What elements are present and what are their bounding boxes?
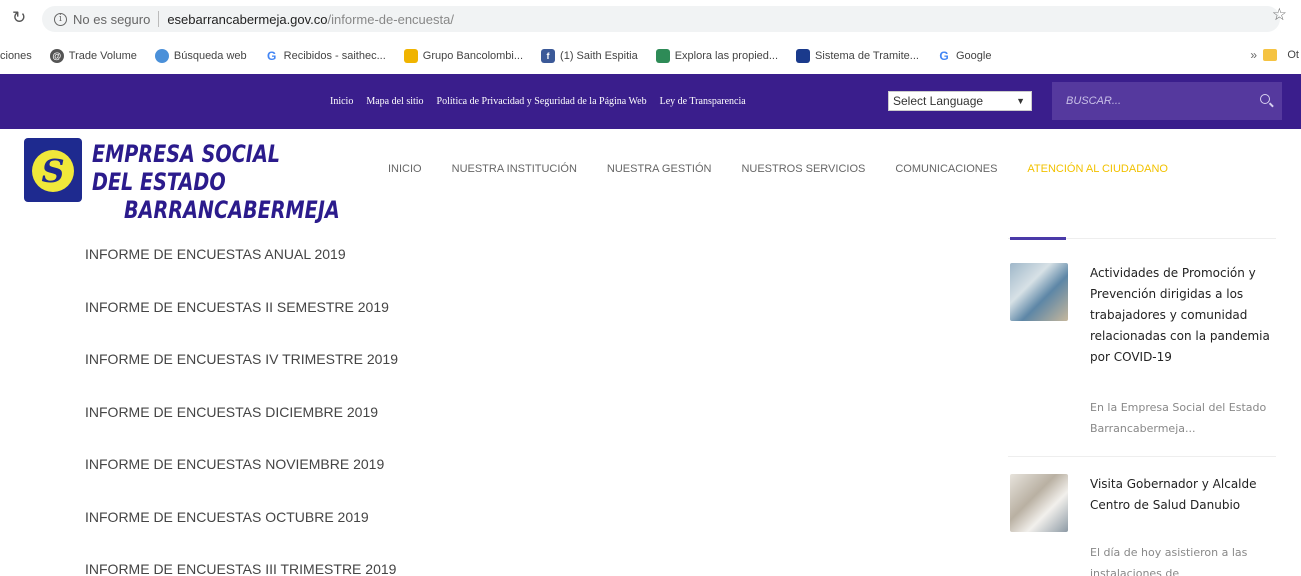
top-links: Inicio Mapa del sitio Política de Privac… [330,74,759,129]
logo-line-2: BARRANCABERMEJA [124,196,340,224]
logo-line-1: EMPRESA SOCIAL DEL ESTADO [92,140,281,196]
report-link[interactable]: INFORME DE ENCUESTAS NOVIEMBRE 2019 [85,446,398,499]
address-separator [158,11,160,27]
bookmark-label: Recibidos - saithec... [283,50,386,62]
report-link[interactable]: INFORME DE ENCUESTAS III TRIMESTRE 2019 [85,551,398,576]
bookmark-label: Búsqueda web [173,50,247,62]
top-link-mapa[interactable]: Mapa del sitio [366,96,423,107]
bookmark-label: Google [955,50,992,62]
nav-item-atencion[interactable]: ATENCIÓN AL CIUDADANO [1027,163,1168,175]
bookmark-label: Grupo Bancolombi... [422,50,524,62]
bancolombia-icon [403,49,418,63]
post-excerpt: En la Empresa Social del Estado Barranca… [1090,401,1267,435]
chevron-down-icon: ▼ [1016,96,1025,106]
bookmark-star-icon[interactable]: ☆ [1272,5,1287,25]
bookmarks-bar: ciones @ Trade Volume Búsqueda web G Recib… [0,38,1301,74]
browser-toolbar: ↻ i No es seguro esebarrancabermeja.gov.… [0,0,1301,38]
facebook-icon: f [541,49,556,63]
logo-mark: S [32,150,74,192]
top-link-inicio[interactable]: Inicio [330,96,353,107]
bookmark-item[interactable]: @ Trade Volume [49,49,137,63]
globe-icon: @ [49,49,64,63]
post-title[interactable]: Actividades de Promoción y Prevención di… [1090,263,1276,368]
post-excerpt: El día de hoy asistieron a las instalaci… [1090,546,1248,576]
site-topbar: Inicio Mapa del sitio Política de Privac… [0,74,1301,129]
info-icon[interactable]: i [54,12,67,26]
folder-icon[interactable] [1263,49,1277,61]
address-bar[interactable]: i No es seguro esebarrancabermeja.gov.co… [42,6,1280,32]
bookmark-label: (1) Saith Espitia [560,50,638,62]
url-path: /informe-de-encuesta/ [327,11,454,27]
security-label: No es seguro [73,11,151,27]
bookmark-item[interactable]: f (1) Saith Espitia [541,49,638,63]
bookmark-other-label[interactable]: Ot [1287,49,1299,61]
bookmark-label: Sistema de Tramite... [815,50,919,62]
post-thumbnail[interactable] [1010,474,1068,532]
post-divider [1008,456,1276,457]
bookmark-item[interactable]: Búsqueda web [154,49,247,63]
nav-item-gestion[interactable]: NUESTRA GESTIÓN [607,163,712,175]
reports-list: INFORME DE ENCUESTAS ANUAL 2019 INFORME … [85,236,398,576]
report-link[interactable]: INFORME DE ENCUESTAS OCTUBRE 2019 [85,499,398,552]
nav-item-inicio[interactable]: INICIO [388,163,422,175]
language-select[interactable]: Select Language ▼ [888,91,1032,111]
google-icon: G [264,49,279,63]
sidebar-post: Actividades de Promoción y Prevención di… [1010,263,1278,453]
sidebar-post: Visita Gobernador y Alcalde Centro de Sa… [1010,474,1278,576]
search-input[interactable]: BUSCAR... [1052,82,1282,120]
bookmark-item[interactable]: Grupo Bancolombi... [403,49,524,63]
bookmark-item[interactable]: G Recibidos - saithec... [264,49,386,63]
top-link-transparencia[interactable]: Ley de Transparencia [660,96,746,107]
top-link-privacidad[interactable]: Política de Privacidad y Seguridad de la… [437,96,647,107]
sidebar-tab-indicator[interactable] [1010,237,1066,240]
reload-icon[interactable]: ↻ [12,8,26,28]
bookmark-item[interactable]: ciones [0,50,32,62]
nav-item-comunicaciones[interactable]: COMUNICACIONES [895,163,997,175]
main-nav: INICIO NUESTRA INSTITUCIÓN NUESTRA GESTI… [388,163,1198,175]
search-icon[interactable] [1260,94,1270,104]
bookmark-label: Explora las propied... [674,50,779,62]
bookmark-item[interactable]: Explora las propied... [655,49,779,63]
search-web-icon [154,49,169,63]
logo-icon[interactable]: S [24,138,82,202]
report-link[interactable]: INFORME DE ENCUESTAS IV TRIMESTRE 2019 [85,341,398,394]
home-icon [655,49,670,63]
bookmark-item[interactable]: G Google [936,49,992,63]
report-link[interactable]: INFORME DE ENCUESTAS DICIEMBRE 2019 [85,394,398,447]
report-link[interactable]: INFORME DE ENCUESTAS II SEMESTRE 2019 [85,289,398,342]
report-link[interactable]: INFORME DE ENCUESTAS ANUAL 2019 [85,236,398,289]
nav-item-servicios[interactable]: NUESTROS SERVICIOS [741,163,865,175]
bookmarks-overflow-icon[interactable]: » [1250,48,1257,62]
post-title[interactable]: Visita Gobernador y Alcalde Centro de Sa… [1090,474,1276,516]
url-host: esebarrancabermeja.gov.co [167,11,328,27]
site-logo-text[interactable]: EMPRESA SOCIAL DEL ESTADO BARRANCABERMEJ… [92,140,340,224]
language-select-value: Select Language [893,94,984,108]
nav-item-institucion[interactable]: NUESTRA INSTITUCIÓN [452,163,577,175]
search-placeholder: BUSCAR... [1066,95,1122,107]
bookmark-label: Trade Volume [68,50,137,62]
post-thumbnail[interactable] [1010,263,1068,321]
google-icon: G [936,49,951,63]
bookmark-label: ciones [0,50,32,62]
bookmark-item[interactable]: Sistema de Tramite... [796,49,919,63]
system-icon [796,49,811,63]
